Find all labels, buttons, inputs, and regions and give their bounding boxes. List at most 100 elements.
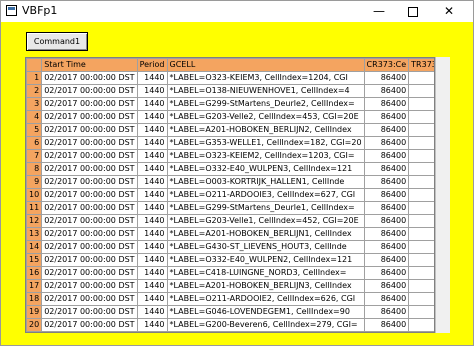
cell-gcell[interactable]: *LABEL=G200-Beveren6, CellIndex=279, CGI… — [166, 318, 365, 332]
cell-start-time[interactable]: 02/2017 00:00:00 DST — [41, 97, 138, 111]
cell-gcell[interactable]: *LABEL=G299-StMartens_Deurle2, CellIndex… — [166, 97, 365, 111]
column-header-start-time[interactable]: Start Time — [41, 58, 138, 72]
row-header[interactable]: 10 — [26, 188, 43, 202]
row-header[interactable]: 18 — [26, 292, 43, 306]
cell-start-time[interactable]: 02/2017 00:00:00 DST — [41, 279, 138, 293]
cell-start-time[interactable]: 02/2017 00:00:00 DST — [41, 188, 138, 202]
cell-cr373[interactable]: 86400 — [363, 97, 410, 111]
cell-tr373[interactable]: 100 — [408, 305, 434, 319]
cell-start-time[interactable]: 02/2017 00:00:00 DST — [41, 71, 138, 85]
cell-tr373[interactable]: 100 — [408, 71, 434, 85]
cell-period[interactable]: 1440 — [136, 253, 168, 267]
table-row[interactable]: 7 02/2017 00:00:00 DST 1440 *LABEL=O323-KEI… — [26, 149, 434, 163]
cell-period[interactable]: 1440 — [136, 305, 168, 319]
cell-period[interactable]: 1440 — [136, 266, 168, 280]
table-row[interactable]: 11 02/2017 00:00:00 DST 1440 *LABEL=G299-St… — [26, 201, 434, 215]
cell-cr373[interactable]: 86400 — [363, 162, 410, 176]
cell-start-time[interactable]: 02/2017 00:00:00 DST — [41, 318, 138, 332]
table-row[interactable]: 16 02/2017 00:00:00 DST 1440 *LABEL=C418-LU… — [26, 266, 434, 280]
cell-tr373[interactable]: 100 — [408, 201, 434, 215]
table-row[interactable]: 19 02/2017 00:00:00 DST 1440 *LABEL=G046-LO… — [26, 305, 434, 319]
cell-start-time[interactable]: 02/2017 00:00:00 DST — [41, 253, 138, 267]
cell-tr373[interactable]: 100 — [408, 136, 434, 150]
close-button[interactable]: ✕ — [433, 1, 465, 22]
cell-period[interactable]: 1440 — [136, 175, 168, 189]
cell-cr373[interactable]: 86400 — [363, 227, 410, 241]
cell-start-time[interactable]: 02/2017 00:00:00 DST — [41, 305, 138, 319]
cell-tr373[interactable]: 100 — [408, 175, 434, 189]
cell-gcell[interactable]: *LABEL=O211-ARDOOIE3, CellIndex=627, CGI — [166, 188, 365, 202]
cell-gcell[interactable]: *LABEL=C418-LUINGNE_NORD3, CellIndex= — [166, 266, 365, 280]
table-row[interactable]: 12 02/2017 00:00:00 DST 1440 *LABEL=G203-Ve… — [26, 214, 434, 228]
cell-tr373[interactable]: 100 — [408, 214, 434, 228]
cell-period[interactable]: 1440 — [136, 227, 168, 241]
row-header[interactable]: 9 — [26, 175, 43, 189]
cell-cr373[interactable]: 86400 — [363, 188, 410, 202]
cell-period[interactable]: 1440 — [136, 279, 168, 293]
cell-tr373[interactable]: 100 — [408, 279, 434, 293]
table-row[interactable]: 2 02/2017 00:00:00 DST 1440 *LABEL=O138-NIE… — [26, 84, 434, 98]
cell-tr373[interactable]: 100 — [408, 110, 434, 124]
cell-start-time[interactable]: 02/2017 00:00:00 DST — [41, 84, 138, 98]
cell-cr373[interactable]: 86400 — [363, 123, 410, 137]
cell-tr373[interactable]: 100 — [408, 162, 434, 176]
table-row[interactable]: 17 02/2017 00:00:00 DST 1440 *LABEL=A201-HO… — [26, 279, 434, 293]
cell-start-time[interactable]: 02/2017 00:00:00 DST — [41, 227, 138, 241]
column-header-tr373[interactable]: TR373:Ce — [408, 58, 434, 72]
table-row[interactable]: 2102/2017 00:00:00 DST1440*LABEL=G225-LA… — [26, 331, 434, 332]
cell-gcell[interactable]: *LABEL=G299-StMartens_Deurle1, CellIndex… — [166, 201, 365, 215]
cell-cr373[interactable]: 86400 — [363, 253, 410, 267]
row-header[interactable]: 21 — [26, 331, 43, 332]
cell-gcell[interactable]: *LABEL=G353-WELLE1, CellIndex=182, CGI=2… — [166, 136, 365, 150]
minimize-button[interactable]: — — [363, 1, 395, 22]
cell-period[interactable]: 1440 — [136, 214, 168, 228]
cell-gcell[interactable]: *LABEL=O323-KEIEM2, CellIndex=1203, CGI= — [166, 149, 365, 163]
cell-tr373[interactable]: 100 — [408, 318, 434, 332]
cell-start-time[interactable]: 02/2017 00:00:00 DST — [41, 123, 138, 137]
cell-period[interactable]: 1440 — [136, 71, 168, 85]
cell-period[interactable]: 1440 — [136, 149, 168, 163]
row-header[interactable]: 12 — [26, 214, 43, 228]
table-row[interactable]: 20 02/2017 00:00:00 DST 1440 *LABEL=G200-Be… — [26, 318, 434, 332]
row-header[interactable]: 2 — [26, 84, 43, 98]
table-row[interactable]: 15 02/2017 00:00:00 DST 1440 *LABEL=O332-E4… — [26, 253, 434, 267]
cell-cr373[interactable]: 86400 — [363, 292, 410, 306]
maximize-button[interactable] — [397, 1, 429, 22]
table-row[interactable]: 18 02/2017 00:00:00 DST 1440 *LABEL=O211-AR… — [26, 292, 434, 306]
cell-start-time[interactable]: 02/2017 00:00:00 DST — [41, 110, 138, 124]
cell-period[interactable]: 1440 — [136, 318, 168, 332]
row-header[interactable]: 7 — [26, 149, 43, 163]
cell-cr373[interactable]: 86400 — [363, 279, 410, 293]
cell-gcell[interactable]: *LABEL=O138-NIEUWENHOVE1, CellIndex=4 — [166, 84, 365, 98]
cell-cr373[interactable]: 86400 — [363, 331, 410, 332]
cell-tr373[interactable]: 100 — [408, 123, 434, 137]
table-row[interactable]: 14 02/2017 00:00:00 DST 1440 *LABEL=G430-ST… — [26, 240, 434, 254]
table-row[interactable]: 13 02/2017 00:00:00 DST 1440 *LABEL=A201-HO… — [26, 227, 434, 241]
cell-gcell[interactable]: *LABEL=A201-HOBOKEN_BERLIJN3, CellIndex — [166, 279, 365, 293]
cell-gcell[interactable]: *LABEL=O332-E40_WULPEN3, CellIndex=121 — [166, 162, 365, 176]
cell-tr373[interactable]: 100 — [408, 149, 434, 163]
cell-cr373[interactable]: 86400 — [363, 71, 410, 85]
column-header-period[interactable]: Period — [136, 58, 168, 72]
row-header[interactable]: 11 — [26, 201, 43, 215]
row-header[interactable]: 17 — [26, 279, 43, 293]
cell-period[interactable]: 1440 — [136, 292, 168, 306]
cell-period[interactable]: 1440 — [136, 331, 168, 332]
row-header[interactable]: 1 — [26, 71, 43, 85]
cell-cr373[interactable]: 86400 — [363, 305, 410, 319]
cell-tr373[interactable]: 100 — [408, 292, 434, 306]
cell-cr373[interactable]: 86400 — [363, 110, 410, 124]
cell-gcell[interactable]: *LABEL=A201-HOBOKEN_BERLIJN1, CellIndex — [166, 227, 365, 241]
column-header-gcell[interactable]: GCELL — [166, 58, 365, 72]
cell-start-time[interactable]: 02/2017 00:00:00 DST — [41, 175, 138, 189]
table-row[interactable]: 6 02/2017 00:00:00 DST 1440 *LABEL=G353-WEL… — [26, 136, 434, 150]
cell-start-time[interactable]: 02/2017 00:00:00 DST — [41, 149, 138, 163]
column-header-cr373[interactable]: CR373:Ce — [363, 58, 410, 72]
cell-start-time[interactable]: 02/2017 00:00:00 DST — [41, 201, 138, 215]
cell-period[interactable]: 1440 — [136, 136, 168, 150]
cell-cr373[interactable]: 86400 — [363, 214, 410, 228]
table-row[interactable]: 9 02/2017 00:00:00 DST 1440 *LABEL=O003-KOR… — [26, 175, 434, 189]
cell-cr373[interactable]: 86400 — [363, 240, 410, 254]
vertical-scrollbar[interactable] — [435, 57, 450, 333]
cell-gcell[interactable]: *LABEL=G046-LOVENDEGEM1, CellIndex=90 — [166, 305, 365, 319]
